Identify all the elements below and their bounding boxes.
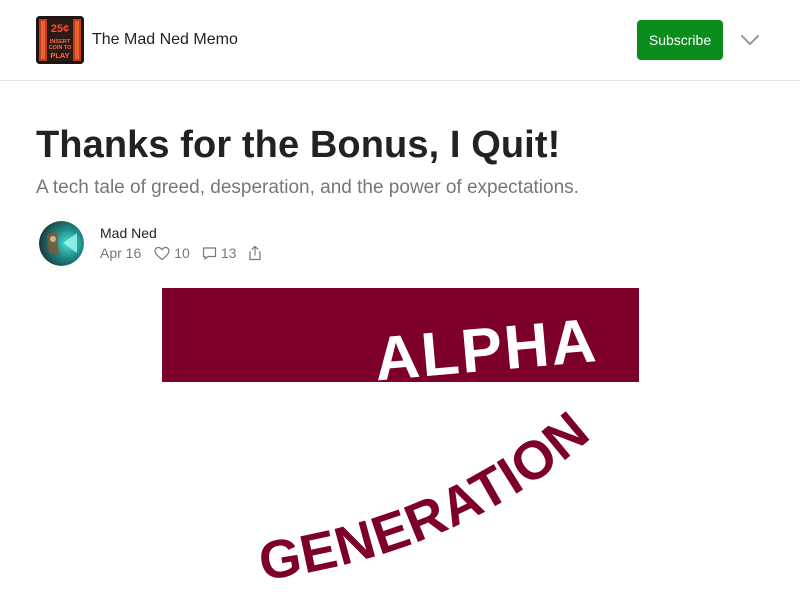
avatar-image <box>39 221 84 266</box>
hero-image[interactable]: ALPHA GENERATION <box>162 288 639 600</box>
post-date: Apr 16 <box>100 245 142 261</box>
comment-button[interactable]: 13 <box>202 245 237 261</box>
alpha-generation-graphic: ALPHA GENERATION <box>162 288 639 592</box>
top-bar: 25¢ INSERT COIN TO PLAY The Mad Ned Memo… <box>0 0 800 81</box>
author-name[interactable]: Mad Ned <box>100 225 157 241</box>
chevron-down-icon[interactable] <box>738 30 762 50</box>
post-subtitle: A tech tale of greed, desperation, and t… <box>36 177 579 198</box>
share-button[interactable] <box>248 245 266 261</box>
like-button[interactable]: 10 <box>154 245 190 261</box>
post-title: Thanks for the Bonus, I Quit! <box>36 124 561 166</box>
heart-icon <box>154 246 170 260</box>
share-icon <box>249 245 262 261</box>
generation-text: GENERATION <box>255 400 601 592</box>
logo-play-text: PLAY <box>50 51 69 60</box>
post-meta: Apr 16 10 13 <box>100 244 278 262</box>
arcade-coin-slot-logo: 25¢ INSERT COIN TO PLAY <box>36 16 84 64</box>
subscribe-button[interactable]: Subscribe <box>637 20 723 60</box>
like-count: 10 <box>174 245 190 261</box>
logo-price-text: 25¢ <box>51 23 69 35</box>
comment-count: 13 <box>220 245 237 261</box>
publication-name[interactable]: The Mad Ned Memo <box>92 31 238 49</box>
author-avatar[interactable] <box>39 221 84 266</box>
publication-logo[interactable]: 25¢ INSERT COIN TO PLAY <box>36 16 84 64</box>
comment-icon <box>202 246 216 260</box>
